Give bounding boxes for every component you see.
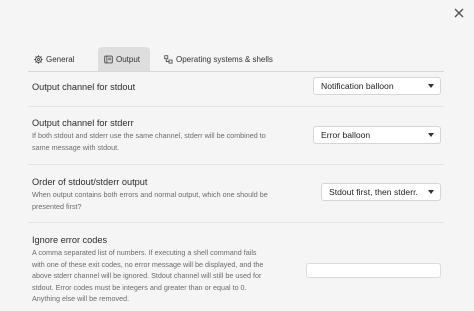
setting-description: When output contains both errors and nor… [32, 190, 268, 211]
setting-output-order: Order of stdout/stderr output When outpu… [32, 176, 314, 212]
close-button[interactable] [452, 6, 466, 20]
divider [28, 106, 444, 107]
divider [28, 222, 444, 223]
divider [28, 164, 444, 165]
tab-general[interactable]: General [28, 47, 90, 71]
chevron-down-icon [428, 84, 434, 88]
tab-general-label: General [46, 54, 75, 64]
tab-operating-systems-shells[interactable]: Operating systems & shells [158, 47, 279, 71]
tab-bar-divider [28, 71, 444, 72]
setting-label: Order of stdout/stderr output [32, 177, 148, 187]
select-value: Notification balloon [321, 81, 394, 91]
output-order-select[interactable]: Stdout first, then stderr. [321, 183, 441, 201]
output-panel-icon [104, 55, 113, 64]
setting-description: A comma separated list of numbers. If ex… [32, 248, 264, 303]
setting-label: Output channel for stderr [32, 118, 134, 128]
chevron-down-icon [428, 190, 434, 194]
setting-description: If both stdout and stderr use the same c… [32, 131, 266, 152]
tab-bar: General Output Operating systems & shell… [28, 47, 279, 71]
tab-output-label: Output [116, 54, 141, 64]
setting-ignore-error-codes: Ignore error codes A comma separated lis… [32, 234, 314, 305]
gear-icon [34, 54, 43, 64]
ignore-error-codes-input[interactable] [306, 263, 441, 278]
os-shells-icon [164, 54, 173, 64]
stdout-channel-select[interactable]: Notification balloon [313, 77, 441, 95]
setting-label: Ignore error codes [32, 235, 108, 245]
select-value: Error balloon [321, 130, 371, 140]
setting-stderr-channel: Output channel for stderr If both stdout… [32, 117, 314, 153]
select-value: Stdout first, then stderr. [329, 187, 418, 197]
stderr-channel-select[interactable]: Error balloon [313, 126, 441, 144]
chevron-down-icon [428, 133, 434, 137]
tab-operating-systems-shells-label: Operating systems & shells [176, 54, 273, 64]
tab-output[interactable]: Output [98, 47, 150, 71]
close-icon [454, 8, 464, 18]
